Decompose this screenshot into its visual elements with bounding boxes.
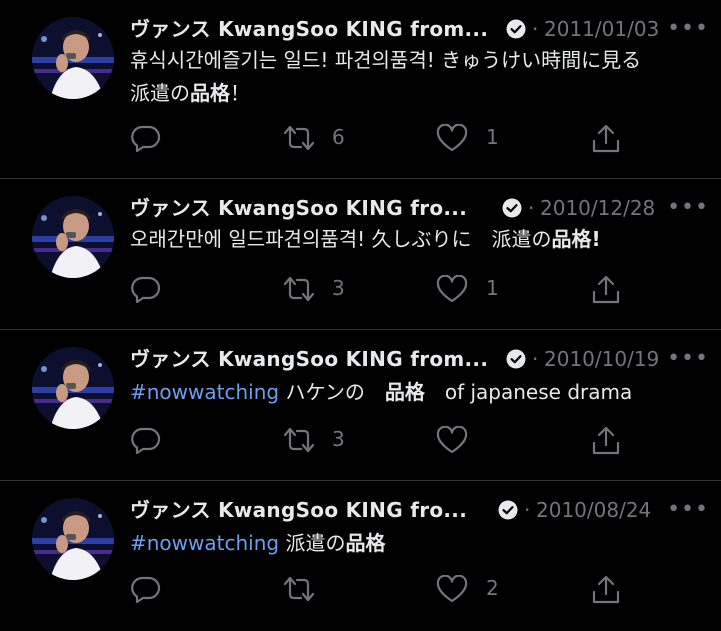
- reply-icon: [131, 576, 161, 603]
- avatar-image: [32, 498, 114, 580]
- tweet[interactable]: ヴァンス KwangSoo KING from... · 2010/10/19 …: [0, 330, 721, 480]
- more-horizontal-icon[interactable]: •••: [667, 495, 709, 525]
- retweet-count: 3: [332, 427, 345, 451]
- more-horizontal-icon[interactable]: •••: [667, 344, 709, 374]
- verified-badge-icon: [498, 500, 518, 520]
- tweet-header: ヴァンス KwangSoo KING fro... · 2010/12/28 •…: [130, 193, 715, 223]
- retweet-icon: [283, 125, 315, 151]
- heart-icon: [436, 275, 468, 303]
- tweet-text-bold: 品格: [190, 81, 230, 105]
- hashtag-link[interactable]: #nowwatching: [130, 380, 279, 404]
- display-name[interactable]: ヴァンス KwangSoo KING from...: [130, 344, 488, 374]
- tweet-text-bold: 品格!: [551, 227, 601, 251]
- avatar[interactable]: [32, 498, 114, 580]
- separator-dot: ·: [532, 17, 539, 41]
- display-name[interactable]: ヴァンス KwangSoo KING fro...: [130, 495, 467, 525]
- like-count: 2: [486, 576, 499, 600]
- tweet-text-plain: ハケンの: [279, 380, 385, 404]
- tweet-actions: 2: [130, 569, 715, 609]
- share-icon: [592, 575, 620, 604]
- heart-icon: [436, 426, 468, 454]
- like-count: 1: [486, 276, 499, 300]
- tweet-actions: 6 1: [130, 118, 715, 158]
- avatar-image: [32, 347, 114, 429]
- heart-icon: [436, 124, 468, 152]
- tweet-date[interactable]: 2010/12/28: [540, 193, 655, 223]
- tweet-text: 휴식시간에즐기는 일드! 파견의품격! きゅうけい時間に見る: [130, 45, 641, 75]
- tweet-actions: 3: [130, 420, 715, 460]
- verified-badge-icon: [506, 19, 526, 39]
- share-icon: [592, 275, 620, 304]
- hashtag-link[interactable]: #nowwatching: [130, 531, 279, 555]
- separator-dot: ·: [528, 196, 535, 220]
- like-count: 1: [486, 125, 499, 149]
- tweet-text-line1: 휴식시간에즐기는 일드! 파견의품격! きゅうけい時間に見る: [130, 48, 642, 72]
- tweet-date[interactable]: 2011/01/03: [544, 14, 659, 44]
- retweet-count: 3: [332, 276, 345, 300]
- verified-badge-icon: [502, 198, 522, 218]
- tweet-text: #nowwatching ハケンの 品格 of japanese drama: [130, 377, 632, 407]
- tweet-text-line2: 派遣の: [130, 81, 190, 105]
- avatar[interactable]: [32, 347, 114, 429]
- tweet-header: ヴァンス KwangSoo KING fro... · 2010/08/24 •…: [130, 495, 715, 525]
- reply-icon: [131, 427, 161, 454]
- avatar-image: [32, 17, 114, 99]
- tweet[interactable]: ヴァンス KwangSoo KING fro... · 2010/08/24 •…: [0, 481, 721, 631]
- tweet-feed: ヴァンス KwangSoo KING from... · 2011/01/03 …: [0, 0, 721, 614]
- avatar[interactable]: [32, 17, 114, 99]
- avatar[interactable]: [32, 196, 114, 278]
- retweet-icon: [283, 276, 315, 302]
- tweet[interactable]: ヴァンス KwangSoo KING fro... · 2010/12/28 •…: [0, 179, 721, 329]
- tweet-text: 오래간만에 일드파견의품격! 久しぶりに 派遣の品格!: [130, 224, 601, 254]
- tweet-text-plain: 派遣の: [279, 531, 346, 555]
- more-horizontal-icon[interactable]: •••: [667, 14, 709, 44]
- tweet-text-tail: of japanese drama: [424, 380, 633, 404]
- share-icon: [592, 124, 620, 153]
- share-icon: [592, 426, 620, 455]
- display-name[interactable]: ヴァンス KwangSoo KING from...: [130, 14, 488, 44]
- reply-icon: [131, 125, 161, 152]
- retweet-count: 6: [332, 125, 345, 149]
- tweet-date[interactable]: 2010/10/19: [544, 344, 659, 374]
- tweet-date[interactable]: 2010/08/24: [536, 495, 651, 525]
- tweet-text-continued: 派遣の品格！: [130, 78, 250, 108]
- separator-dot: ·: [532, 347, 539, 371]
- reply-icon: [131, 276, 161, 303]
- heart-icon: [436, 575, 468, 603]
- display-name[interactable]: ヴァンス KwangSoo KING fro...: [130, 193, 467, 223]
- tweet-header: ヴァンス KwangSoo KING from... · 2011/01/03 …: [130, 14, 715, 44]
- tweet-text-plain: 오래간만에 일드파견의품격! 久しぶりに 派遣の: [130, 227, 552, 251]
- retweet-icon: [283, 427, 315, 453]
- retweet-icon: [283, 576, 315, 602]
- separator-dot: ·: [524, 498, 531, 522]
- tweet-actions: 3 1: [130, 269, 715, 309]
- tweet-text-bold: 品格: [384, 380, 425, 404]
- tweet-text: #nowwatching 派遣の品格: [130, 528, 385, 558]
- tweet-header: ヴァンス KwangSoo KING from... · 2010/10/19 …: [130, 344, 715, 374]
- avatar-image: [32, 196, 114, 278]
- more-horizontal-icon[interactable]: •••: [667, 193, 709, 223]
- verified-badge-icon: [506, 349, 526, 369]
- tweet-text-tail: ！: [230, 81, 250, 105]
- tweet[interactable]: ヴァンス KwangSoo KING from... · 2011/01/03 …: [0, 0, 721, 153]
- tweet-text-bold: 品格: [345, 531, 386, 555]
